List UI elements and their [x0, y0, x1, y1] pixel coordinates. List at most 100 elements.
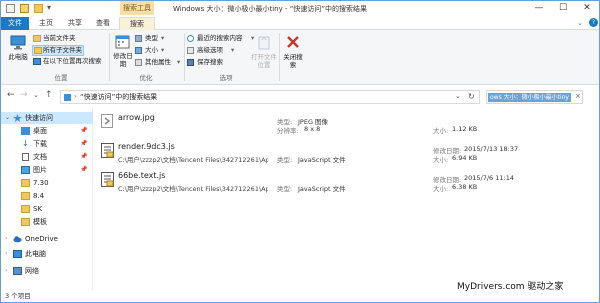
pin-icon[interactable]: 📌	[80, 138, 87, 150]
size-prop-value: 6.94 KB	[452, 154, 478, 162]
chevron-down-icon: ▾	[177, 58, 181, 66]
nav-item-downloads[interactable]: ↓ 下载 📌	[1, 138, 93, 150]
file-path: C:\用户\zzzp2\文档\Tencent Files\342712261\A…	[118, 185, 268, 193]
up-arrow-icon[interactable]: ↑	[45, 90, 53, 100]
image-file-icon	[101, 114, 113, 128]
nav-label: 模板	[33, 218, 47, 226]
nav-item-documents[interactable]: 文档 📌	[1, 151, 93, 163]
size-prop-value: 1.12 KB	[452, 125, 478, 133]
recent-searches-button[interactable]: 最近的搜索内容 ▾	[187, 34, 259, 44]
pin-icon[interactable]: 📌	[80, 125, 87, 137]
star-icon	[13, 114, 22, 122]
size-button[interactable]: 大小 ▾	[135, 46, 171, 56]
clear-search-icon[interactable]: ×	[575, 92, 581, 100]
tab-share[interactable]: 共享	[63, 17, 87, 30]
search-query-text: ows 大小：微小极小最小tiny	[488, 93, 571, 102]
type-label: 类型	[145, 34, 158, 42]
nav-item-this-pc[interactable]: › 此电脑	[1, 248, 93, 260]
pin-icon[interactable]: 📌	[80, 151, 87, 163]
tab-file[interactable]: 文件	[1, 17, 29, 30]
nav-item-desktop[interactable]: 桌面 📌	[1, 125, 93, 137]
refresh-icon[interactable]: ↻	[468, 92, 475, 101]
folder-icon	[21, 218, 30, 226]
this-pc-button[interactable]: 此电脑	[7, 34, 29, 72]
other-properties-button[interactable]: 其他属性 ▾	[135, 58, 183, 68]
back-arrow-icon[interactable]: ←	[7, 90, 15, 100]
recent-locations-chevron-icon[interactable]: ⌄	[33, 91, 39, 99]
advanced-options-button[interactable]: 高级选项 ▾	[187, 46, 239, 56]
cloud-icon	[13, 236, 22, 243]
nav-item-pictures[interactable]: 图片 📌	[1, 164, 93, 176]
expand-chevron-icon[interactable]: ⌄	[5, 112, 10, 124]
forward-arrow-icon[interactable]: →	[20, 90, 28, 100]
maximize-button[interactable]: ☐	[551, 1, 575, 16]
address-bar[interactable]: › “快速访问”中的搜索结果 ⌄ ↻	[60, 90, 480, 104]
minimize-button[interactable]: —	[527, 1, 551, 16]
document-icon	[22, 153, 29, 161]
size-icon	[135, 47, 142, 54]
help-icon[interactable]: ?	[589, 18, 598, 27]
address-dropdown-icon[interactable]: ⌄	[455, 92, 461, 100]
size-prop-label: 大小:	[433, 127, 449, 135]
modified-date-button[interactable]: 修改日期	[113, 34, 133, 72]
refine-group-label: 优化	[139, 74, 153, 82]
expand-chevron-icon[interactable]: ›	[5, 233, 7, 245]
tab-search[interactable]: 搜索	[119, 17, 155, 31]
title-bar: ▾ 搜索工具 Windows 大小：微小极小最小tiny - “快速访问”中的搜…	[1, 1, 599, 17]
nav-item-onedrive[interactable]: › OneDrive	[1, 233, 93, 245]
type-prop-value: JavaScript 文件	[298, 185, 346, 193]
result-row-66be-js[interactable]: 66be.text.js C:\用户\zzzp2\文档\Tencent File…	[94, 166, 599, 196]
quick-access-dropdown-icon[interactable]: ▾	[47, 3, 51, 12]
open-file-location-button[interactable]: 打开文件位置	[250, 34, 278, 72]
type-button[interactable]: 类型 ▾	[135, 34, 171, 44]
window-title: Windows 大小：微小极小最小tiny - “快速访问”中的搜索结果	[173, 5, 367, 13]
options-group-label: 选项	[219, 74, 233, 82]
expand-chevron-icon[interactable]: ›	[5, 265, 7, 277]
tab-view[interactable]: 查看	[91, 17, 115, 30]
ribbon-collapse-icon[interactable]: ⌄	[577, 19, 583, 27]
search-again-button[interactable]: 在以下位置再次搜索	[33, 57, 105, 67]
search-input[interactable]: ows 大小：微小极小最小tiny ×	[486, 90, 583, 104]
computer-icon	[13, 250, 22, 258]
folder-icon	[21, 192, 30, 200]
expand-chevron-icon[interactable]: ›	[5, 248, 7, 260]
open-location-icon	[258, 36, 270, 50]
size-label: 大小	[145, 46, 158, 54]
ribbon-tabs: 文件 主页 共享 查看 搜索 ⌄ ?	[1, 17, 599, 31]
type-prop-label: 类型:	[277, 156, 293, 164]
nav-item-quick-access[interactable]: ⌄ 快速访问	[1, 112, 93, 124]
search-again-label: 在以下位置再次搜索	[43, 57, 102, 65]
subfolders-icon	[34, 47, 42, 54]
nav-label: 7.30	[33, 179, 49, 187]
close-search-button[interactable]: 关闭搜索	[282, 34, 304, 72]
chevron-down-icon: ▾	[231, 46, 235, 54]
advanced-options-label: 高级选项	[197, 46, 223, 54]
address-path: “快速访问”中的搜索结果	[80, 93, 158, 101]
desktop-icon	[21, 127, 30, 135]
result-row-render-js[interactable]: render.9dc3.js C:\用户\zzzp2\文档\Tencent Fi…	[94, 137, 599, 167]
resolution-prop-value: 8 x 8	[304, 125, 321, 133]
nav-item-folder-84[interactable]: 8.4	[1, 190, 93, 202]
new-folder-icon[interactable]	[34, 4, 43, 13]
all-subfolders-button[interactable]: 所有子文件夹	[32, 45, 84, 56]
close-button[interactable]: ✕	[575, 1, 599, 16]
search-results-pane: arrow.jpg 类型: JPEG 图像 分辨率: 8 x 8 大小: 1.1…	[94, 108, 599, 291]
explorer-window: ▾ 搜索工具 Windows 大小：微小极小最小tiny - “快速访问”中的搜…	[0, 0, 600, 303]
other-properties-label: 其他属性	[145, 58, 171, 66]
ribbon-separator	[109, 33, 110, 81]
result-row-arrow-jpg[interactable]: arrow.jpg 类型: JPEG 图像 分辨率: 8 x 8 大小: 1.1…	[94, 108, 599, 138]
app-icon[interactable]	[6, 4, 15, 13]
nav-item-folder-templates[interactable]: 模板	[1, 216, 93, 228]
search-again-icon	[33, 58, 41, 65]
current-folder-button[interactable]: 当前文件夹	[33, 34, 85, 44]
nav-item-network[interactable]: › 网络	[1, 265, 93, 277]
nav-item-folder-sk[interactable]: SK	[1, 203, 93, 215]
download-icon: ↓	[22, 139, 29, 148]
save-search-button[interactable]: 保存搜索	[187, 58, 239, 68]
nav-item-folder-730[interactable]: 7.30	[1, 177, 93, 189]
pin-icon[interactable]: 📌	[80, 164, 87, 176]
chevron-down-icon: ▾	[161, 34, 165, 42]
date-prop-value: 2015/7/13 18:37	[464, 145, 519, 153]
tab-home[interactable]: 主页	[34, 17, 58, 30]
properties-icon[interactable]	[20, 4, 29, 13]
